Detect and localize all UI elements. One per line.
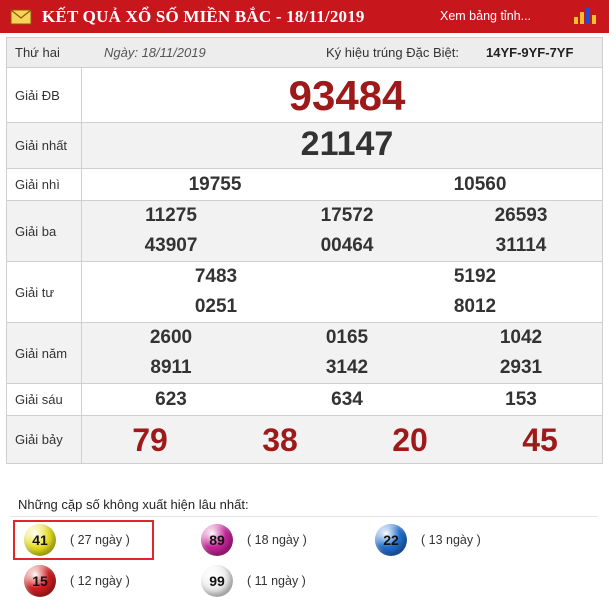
prize-row-ba: Giải ba 11275 17572 26593 43907 00464 31… [6,201,603,262]
lottery-ball: 89 [201,524,233,556]
prize-number: 43907 [144,235,198,256]
missing-days: ( 13 ngày ) [421,533,481,547]
prize-row-tu: Giải tư 7483 5192 0251 8012 [6,262,603,323]
highlight-box [13,520,154,560]
info-row: Thứ hai Ngày: 18/11/2019 Ký hiệu trúng Đ… [6,38,603,68]
prize-label: Giải nhất [6,123,82,168]
prize-label: Giải sáu [6,384,82,415]
prize-label: Giải ba [6,201,82,261]
prize-label: Giải nhì [6,169,82,200]
draw-date: Ngày: 18/11/2019 [104,45,206,60]
prize-number: 623 [155,389,187,410]
results-header: KẾT QUẢ XỔ SỐ MIỀN BẮC - 18/11/2019 Xem … [0,0,609,33]
prize-label: Giải tư [6,262,82,322]
prize-number: 19755 [188,174,242,195]
results-table: Thứ hai Ngày: 18/11/2019 Ký hiệu trúng Đ… [6,37,603,464]
mail-icon [10,9,32,25]
missing-days: ( 12 ngày ) [70,574,130,588]
prize-label: Giải bảy [6,416,82,463]
prize-number: 1042 [499,327,543,348]
missing-pairs-title: Những cặp số không xuất hiện lâu nhất: [18,497,249,512]
prize-label: Giải năm [6,323,82,383]
prize-label: Giải ĐB [6,68,82,122]
prize-row-nhi: Giải nhì 19755 10560 [6,169,603,201]
prize-number: 5192 [453,266,497,287]
missing-pair-item: 15 ( 12 ngày ) [24,565,130,597]
missing-days: ( 11 ngày ) [247,574,306,588]
prize-number: 26593 [494,205,548,226]
prize-number: 93484 [288,72,406,119]
prize-number: 00464 [320,235,374,256]
lottery-ball: 22 [375,524,407,556]
weekday: Thứ hai [15,45,60,60]
prize-number: 79 [132,422,168,458]
prize-number: 8012 [453,296,497,317]
prize-number: 7483 [194,266,238,287]
prize-number: 0165 [325,327,369,348]
lottery-ball: 99 [201,565,233,597]
missing-pair-item: 99 ( 11 ngày ) [201,565,306,597]
special-code-label: Ký hiệu trúng Đặc Biệt: [326,45,459,60]
prize-number: 20 [392,422,428,458]
divider [10,516,598,517]
bar-chart-icon[interactable] [572,7,600,25]
page-title: KẾT QUẢ XỔ SỐ MIỀN BẮC - 18/11/2019 [42,6,365,26]
prize-number: 8911 [150,357,192,378]
view-provinces-link[interactable]: Xem bảng tỉnh... [440,9,531,23]
prize-number: 2600 [149,327,193,348]
prize-row-sau: Giải sáu 623 634 153 [6,384,603,416]
prize-number: 45 [522,422,558,458]
missing-pair-item: 89 ( 18 ngày ) [201,524,307,556]
prize-number: 31114 [495,235,547,256]
prize-number: 11275 [145,205,197,226]
lottery-ball: 15 [24,565,56,597]
prize-row-nam: Giải năm 2600 0165 1042 8911 3142 2931 [6,323,603,384]
prize-number: 17572 [320,205,374,226]
prize-row-bay: Giải bảy 79 38 20 45 [6,416,603,464]
prize-number: 3142 [325,357,369,378]
prize-number: 2931 [499,357,543,378]
prize-row-db: Giải ĐB 93484 [6,68,603,123]
missing-pair-item: 22 ( 13 ngày ) [375,524,481,556]
prize-row-nhat: Giải nhất 21147 [6,123,603,169]
prize-number: 153 [505,389,537,410]
prize-number: 10560 [453,174,507,195]
special-code: 14YF-9YF-7YF [486,45,574,60]
missing-days: ( 18 ngày ) [247,533,307,547]
prize-number: 21147 [300,125,394,163]
prize-number: 38 [262,422,298,458]
prize-number: 0251 [194,296,238,317]
prize-number: 634 [331,389,363,410]
